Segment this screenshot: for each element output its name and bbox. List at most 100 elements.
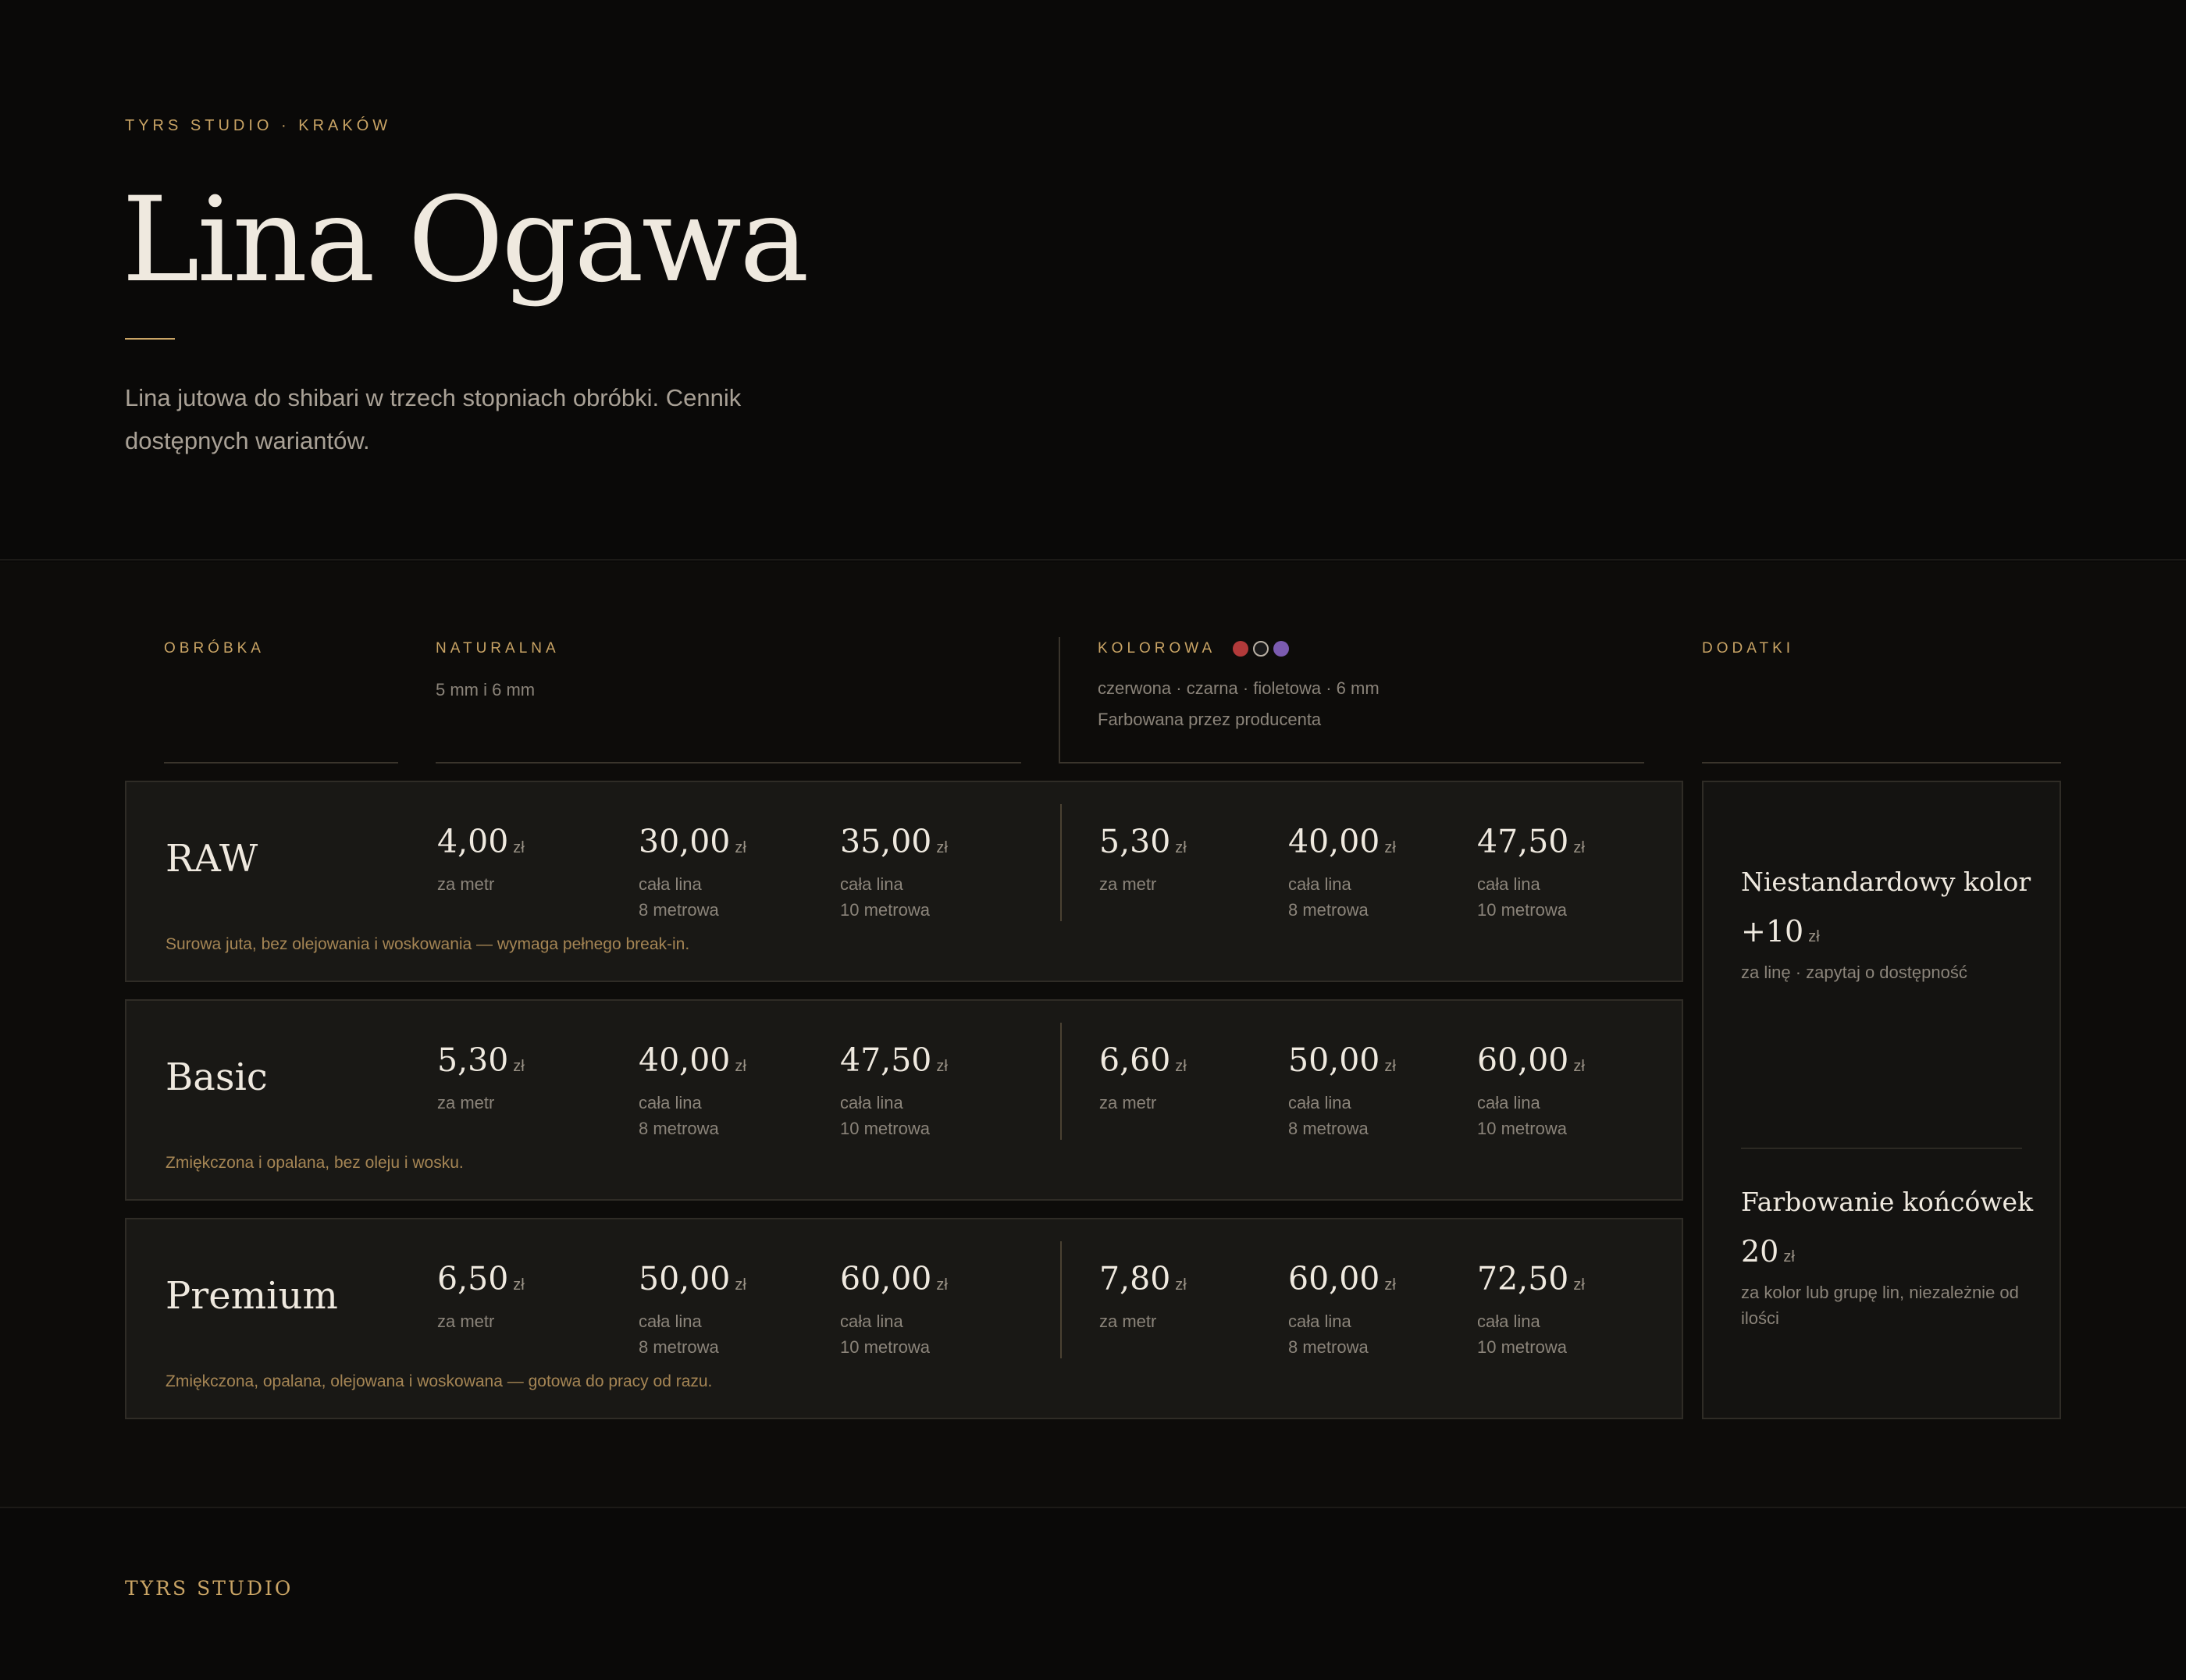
extra-note: za kolor lub grupę lin, niezależnie od i… [1741,1283,2019,1328]
currency-label: zł [936,1276,948,1294]
price-unit: cała lina 8 metrowa [639,1308,746,1360]
unit-line: 8 metrowa [639,1337,719,1357]
currency-label: zł [513,1058,525,1075]
pricing-row-basic: Basic 5,30 zł za metr 40,00 zł cała lina 8 metr… [125,999,1683,1201]
price-number: 47,50 [840,1041,932,1079]
unit-line: cała lina [840,1093,903,1112]
row-note: Zmiękczona, opalana, olejowana i woskowa… [166,1372,713,1390]
price-unit: cała lina 10 metrowa [840,1090,948,1141]
row-column-divider [1060,804,1062,921]
extra-title: Farbowanie końcówek [1741,1187,2034,1217]
price-unit: cała lina 8 metrowa [1288,1090,1396,1141]
price-number: 35,00 [840,823,932,860]
studio-eyebrow: TYRS STUDIO · KRAKÓW [125,117,392,134]
column-label-natural: NATURALNA [436,640,560,657]
price-unit: cała lina 10 metrowa [1477,1308,1585,1360]
price-number: 60,00 [840,1260,932,1297]
currency-label: zł [936,839,948,856]
extras-divider [1741,1148,2022,1149]
price-unit: cała lina 10 metrowa [840,871,948,923]
currency-label: zł [1384,839,1396,856]
price-colored-1: 50,00 zł cała lina 8 metrowa [1288,1041,1396,1141]
unit-line: cała lina [1288,874,1351,894]
page-description: Lina jutowa do shibari w trzech stopniac… [125,384,742,454]
extra-custom-color: Niestandardowy kolor +10 zł za linę · zap… [1741,867,2038,985]
currency-label: zł [1783,1248,1795,1265]
price-value: 4,00 zł [437,823,525,860]
unit-line: cała lina [639,1312,702,1331]
price-colored-1: 40,00 zł cała lina 8 metrowa [1288,823,1396,923]
footer: TYRS STUDIO [0,1507,2186,1680]
price-number: 5,30 [1099,823,1171,860]
price-colored-1: 60,00 zł cała lina 8 metrowa [1288,1260,1396,1360]
swatch-violet-icon [1273,641,1290,657]
price-colored-0: 6,60 zł za metr [1099,1041,1187,1116]
pricing-row-premium: Premium 6,50 zł za metr 50,00 zł cała lina 8 me… [125,1218,1683,1419]
price-value: 50,00 zł [1288,1041,1396,1079]
swatch-black-icon [1253,641,1269,657]
extra-price: 20 zł [1741,1234,2038,1269]
currency-label: zł [1175,1058,1187,1075]
unit-line: cała lina [1288,1093,1351,1112]
price-natural-1: 30,00 zł cała lina 8 metrowa [639,823,746,923]
price-colored-2: 47,50 zł cała lina 10 metrowa [1477,823,1585,923]
currency-label: zł [735,839,746,856]
price-natural-0: 6,50 zł za metr [437,1260,525,1334]
unit-line: za metr [437,1312,495,1331]
price-natural-2: 60,00 zł cała lina 10 metrowa [840,1260,948,1360]
header-rule [436,762,1021,763]
header-rule [1059,762,1644,763]
price-number: 40,00 [1288,823,1380,860]
price-unit: cała lina 8 metrowa [1288,871,1396,923]
row-name: RAW [166,837,258,881]
column-label-colored: KOLOROWA [1098,640,1380,657]
price-value: 47,50 zł [840,1041,948,1079]
column-sub2-colored: Farbowana przez producenta [1098,710,1322,729]
currency-label: zł [513,839,525,856]
row-name: Basic [166,1055,268,1099]
currency-label: zł [1573,1058,1585,1075]
unit-line: 10 metrowa [840,1337,930,1357]
unit-line: 8 metrowa [1288,1119,1369,1138]
column-label-colored-text: KOLOROWA [1098,640,1216,657]
unit-line: cała lina [840,874,903,894]
price-number: 6,50 [437,1260,509,1297]
extra-note: za linę · zapytaj o dostępność [1741,963,1967,982]
currency-label: zł [1573,839,1585,856]
price-unit: za metr [437,1090,525,1116]
unit-line: 8 metrowa [1288,1337,1369,1357]
currency-label: zł [735,1058,746,1075]
price-value: 30,00 zł [639,823,746,860]
price-number: 50,00 [1288,1041,1380,1079]
unit-line: za metr [1099,874,1157,894]
footer-brand: TYRS STUDIO [125,1577,294,1600]
unit-line: 10 metrowa [840,900,930,920]
price-colored-0: 7,80 zł za metr [1099,1260,1187,1334]
extra-price-value: 20 [1741,1234,1779,1269]
price-value: 60,00 zł [840,1260,948,1297]
price-value: 7,80 zł [1099,1260,1187,1297]
price-value: 40,00 zł [639,1041,746,1079]
column-sub-natural: 5 mm i 6 mm [436,680,536,699]
unit-line: cała lina [1477,874,1540,894]
price-number: 7,80 [1099,1260,1171,1297]
row-note: Zmiękczona i opalana, bez oleju i wosku. [166,1154,464,1172]
extras-panel: Niestandardowy kolor +10 zł za linę · zap… [1702,781,2061,1419]
price-value: 72,50 zł [1477,1260,1585,1297]
price-unit: za metr [437,871,525,897]
price-value: 60,00 zł [1477,1041,1585,1079]
price-number: 5,30 [437,1041,509,1079]
unit-line: cała lina [1288,1312,1351,1331]
extra-price: +10 zł [1741,914,2038,949]
unit-line: cała lina [639,1093,702,1112]
price-number: 4,00 [437,823,509,860]
currency-label: zł [1384,1276,1396,1294]
price-value: 5,30 zł [1099,823,1187,860]
price-natural-1: 50,00 zł cała lina 8 metrowa [639,1260,746,1360]
currency-label: zł [513,1276,525,1294]
unit-line: cała lina [1477,1093,1540,1112]
column-divider [1059,637,1060,763]
price-value: 60,00 zł [1288,1260,1396,1297]
unit-line: cała lina [639,874,702,894]
price-unit: cała lina 8 metrowa [639,1090,746,1141]
